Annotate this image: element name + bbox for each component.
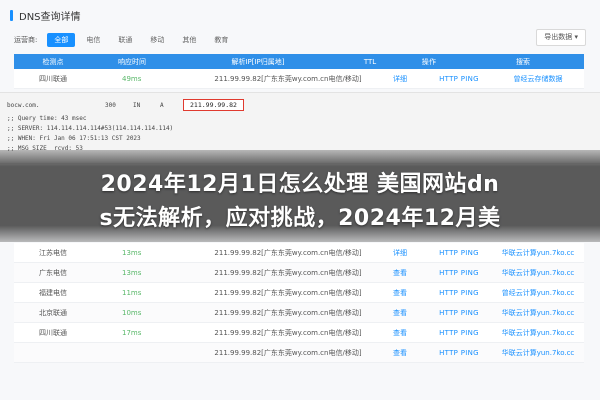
row-detail-link[interactable]: 详细 (374, 74, 426, 84)
col-header-search: 搜索 (516, 57, 530, 66)
row-time: 11ms (122, 288, 142, 297)
row-point: 北京联通 (39, 308, 67, 317)
filter-chip-all[interactable]: 全部 (47, 33, 76, 47)
table-row: 211.99.99.82[广东东莞wy.com.cn电信/移动] 查看 HTTP… (14, 343, 584, 363)
row-point: 福建电信 (39, 288, 67, 297)
row-detail-link[interactable]: 查看 (374, 348, 426, 358)
row-detail-link[interactable]: 查看 (374, 268, 426, 278)
row-ip: 211.99.99.82[广东东莞wy.com.cn电信/移动] (214, 328, 362, 337)
headline-line-1: 2024年12月1日怎么处理 美国网站dn (100, 172, 500, 197)
row-ip: 211.99.99.82[广东东莞wy.com.cn电信/移动] (214, 248, 362, 257)
table-row: 江苏电信 13ms 211.99.99.82[广东东莞wy.com.cn电信/移… (14, 243, 584, 263)
table-row: 广东电信 13ms 211.99.99.82[广东东莞wy.com.cn电信/移… (14, 263, 584, 283)
filter-chip-other[interactable]: 其他 (175, 33, 203, 47)
row-ip: 211.99.99.82[广东东莞wy.com.cn电信/移动] (214, 268, 362, 277)
row-point: 江苏电信 (39, 248, 67, 257)
headline-line-2: s无法解析，应对挑战，2024年12月美 (99, 206, 501, 231)
row-search-link[interactable]: 华联云计算yun.7ko.cc (492, 248, 584, 258)
dig-record-type: A (160, 102, 164, 109)
filter-chip-mobile[interactable]: 移动 (143, 33, 171, 47)
row-point: 广东电信 (39, 268, 67, 277)
row-http-ping-links[interactable]: HTTP PING (426, 309, 492, 317)
row-detail-link[interactable]: 查看 (374, 308, 426, 318)
row-ip: 211.99.99.82[广东东莞wy.com.cn电信/移动] (214, 348, 362, 357)
title-accent-bar (10, 10, 13, 21)
row-search-link[interactable]: 华联云计算yun.7ko.cc (492, 308, 584, 318)
row-search-link[interactable]: 曾经云计算yun.7ko.cc (492, 288, 584, 298)
row-time: 10ms (122, 308, 142, 317)
row-ip: 211.99.99.82[广东东莞wy.com.cn电信/移动] (214, 74, 362, 83)
isp-filter-row: 运营商: 全部 电信 联通 移动 其他 教育 (14, 32, 594, 48)
row-time: 49ms (122, 74, 142, 83)
dig-record-ttl: 300 (105, 102, 116, 109)
dns-query-page: DNS查询详情 运营商: 全部 电信 联通 移动 其他 教育 导出数据 ▾ 检测… (0, 0, 600, 400)
row-search-link[interactable]: 华联云计算yun.7ko.cc (492, 348, 584, 358)
page-header: DNS查询详情 (10, 8, 81, 23)
col-header-point: 检测点 (42, 57, 64, 66)
isp-filter-label: 运营商: (14, 36, 38, 44)
filter-chip-edu[interactable]: 教育 (207, 33, 235, 47)
dig-when: ;; WHEN: Fri Jan 06 17:51:13 CST 2023 (7, 135, 141, 142)
row-http-ping-links[interactable]: HTTP PING (426, 249, 492, 257)
row-time: 17ms (122, 328, 142, 337)
page-title: DNS查询详情 (19, 12, 81, 23)
row-ip: 211.99.99.82[广东东莞wy.com.cn电信/移动] (214, 288, 362, 297)
row-detail-link[interactable]: 查看 (374, 328, 426, 338)
table-rows-lower: 江苏电信 13ms 211.99.99.82[广东东莞wy.com.cn电信/移… (14, 243, 584, 363)
row-detail-link[interactable]: 详细 (374, 248, 426, 258)
table-rows-top: 四川联通 49ms 211.99.99.82[广东东莞wy.com.cn电信/移… (14, 69, 584, 89)
table-row: 北京联通 10ms 211.99.99.82[广东东莞wy.com.cn电信/移… (14, 303, 584, 323)
row-http-ping-links[interactable]: HTTP PING (426, 289, 492, 297)
dig-query-time: ;; Query time: 43 msec (7, 115, 87, 122)
headline-overlay-band: 2024年12月1日怎么处理 美国网站dn s无法解析，应对挑战，2024年12… (0, 150, 600, 242)
col-header-ops: 操作 (421, 57, 437, 66)
col-header-time: 响应时间 (118, 57, 146, 66)
row-http-ping-links[interactable]: HTTP PING (426, 329, 492, 337)
table-row: 四川联通 17ms 211.99.99.82[广东东莞wy.com.cn电信/移… (14, 323, 584, 343)
row-ip: 211.99.99.82[广东东莞wy.com.cn电信/移动] (214, 308, 362, 317)
row-http-ping-links[interactable]: HTTP PING (426, 75, 492, 83)
dig-server: ;; SERVER: 114.114.114.114#53(114.114.11… (7, 125, 174, 132)
dig-highlighted-ip: 211.99.99.82 (183, 99, 244, 111)
row-time: 13ms (122, 248, 142, 257)
row-http-ping-links[interactable]: HTTP PING (426, 349, 492, 357)
row-search-link[interactable]: 曾经云存储数据 (492, 74, 584, 84)
row-detail-link[interactable]: 查看 (374, 288, 426, 298)
table-row: 福建电信 11ms 211.99.99.82[广东东莞wy.com.cn电信/移… (14, 283, 584, 303)
export-data-button[interactable]: 导出数据 ▾ (536, 29, 586, 46)
filter-chip-unicom[interactable]: 联通 (111, 33, 139, 47)
col-header-ip: 解析IP[IP归属地] (231, 57, 285, 66)
dig-record-class: IN (133, 102, 141, 109)
dns-results-table: 检测点 响应时间 解析IP[IP归属地] TTL 操作 搜索 四川联通 49ms… (14, 54, 584, 89)
row-point: 四川联通 (39, 74, 67, 83)
row-search-link[interactable]: 华联云计算yun.7ko.cc (492, 328, 584, 338)
row-http-ping-links[interactable]: HTTP PING (426, 269, 492, 277)
dig-record-name: bocw.com. (7, 102, 40, 109)
col-header-ttl: TTL (363, 57, 377, 66)
row-time: 13ms (122, 268, 142, 277)
row-point: 四川联通 (39, 328, 67, 337)
table-row: 四川联通 49ms 211.99.99.82[广东东莞wy.com.cn电信/移… (14, 69, 584, 89)
filter-chip-telecom[interactable]: 电信 (79, 33, 107, 47)
row-search-link[interactable]: 华联云计算yun.7ko.cc (492, 268, 584, 278)
table-header-row: 检测点 响应时间 解析IP[IP归属地] TTL 操作 搜索 (14, 54, 584, 69)
